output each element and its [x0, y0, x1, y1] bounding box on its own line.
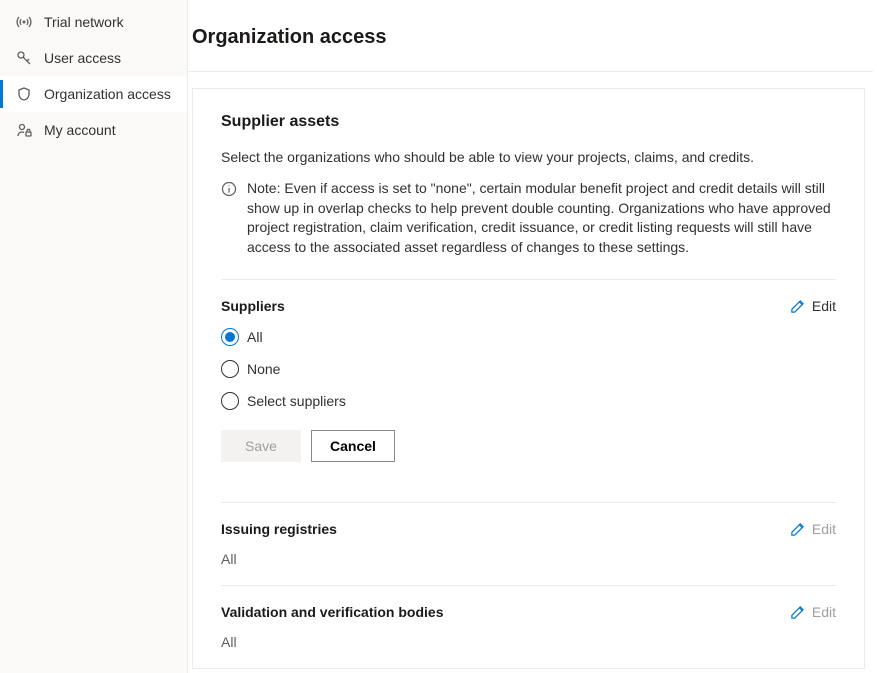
- person-lock-icon: [16, 122, 32, 138]
- radio-option-none[interactable]: None: [221, 360, 836, 378]
- edit-vvb-button[interactable]: Edit: [790, 604, 836, 620]
- section-title-issuing: Issuing registries: [221, 521, 337, 537]
- cancel-button[interactable]: Cancel: [311, 430, 395, 462]
- edit-issuing-button[interactable]: Edit: [790, 521, 836, 537]
- shield-icon: [16, 86, 32, 102]
- issuing-value: All: [221, 551, 836, 567]
- card-description: Select the organizations who should be a…: [221, 149, 836, 165]
- sidebar-item-label: Trial network: [44, 14, 124, 30]
- sidebar-item-label: Organization access: [44, 86, 171, 102]
- section-title-vvb: Validation and verification bodies: [221, 604, 444, 620]
- edit-icon: [790, 604, 806, 620]
- page-title: Organization access: [188, 26, 873, 49]
- radio-indicator: [221, 392, 239, 410]
- key-icon: [16, 50, 32, 66]
- edit-label: Edit: [812, 298, 836, 314]
- radio-option-select-suppliers[interactable]: Select suppliers: [221, 392, 836, 410]
- section-title-suppliers: Suppliers: [221, 298, 285, 314]
- page-header: Organization access: [188, 0, 873, 72]
- edit-label: Edit: [812, 521, 836, 537]
- suppliers-radio-group: All None Select suppliers: [221, 328, 836, 410]
- info-icon: [221, 181, 237, 197]
- radio-option-all[interactable]: All: [221, 328, 836, 346]
- section-suppliers: Suppliers Edit All None: [221, 279, 836, 502]
- settings-sidebar: Trial network User access Organization a…: [0, 0, 188, 673]
- edit-icon: [790, 521, 806, 537]
- sidebar-item-label: User access: [44, 50, 121, 66]
- radio-indicator: [221, 328, 239, 346]
- sidebar-item-organization-access[interactable]: Organization access: [0, 76, 187, 112]
- suppliers-actions: Save Cancel: [221, 430, 836, 462]
- radio-indicator: [221, 360, 239, 378]
- broadcast-icon: [16, 14, 32, 30]
- vvb-value: All: [221, 634, 836, 650]
- edit-label: Edit: [812, 604, 836, 620]
- section-issuing-registries: Issuing registries Edit All: [221, 502, 836, 585]
- info-note: Note: Even if access is set to "none", c…: [221, 179, 836, 257]
- edit-icon: [790, 298, 806, 314]
- section-vvb: Validation and verification bodies Edit …: [221, 585, 836, 668]
- radio-label: All: [247, 329, 263, 345]
- sidebar-item-user-access[interactable]: User access: [0, 40, 187, 76]
- save-button: Save: [221, 430, 301, 462]
- note-text: Note: Even if access is set to "none", c…: [247, 179, 836, 257]
- radio-label: None: [247, 361, 280, 377]
- sidebar-item-label: My account: [44, 122, 116, 138]
- edit-suppliers-button[interactable]: Edit: [790, 298, 836, 314]
- radio-label: Select suppliers: [247, 393, 346, 409]
- sidebar-item-my-account[interactable]: My account: [0, 112, 187, 148]
- card-title: Supplier assets: [221, 113, 836, 131]
- supplier-assets-card: Supplier assets Select the organizations…: [192, 88, 865, 669]
- sidebar-item-trial-network[interactable]: Trial network: [0, 4, 187, 40]
- main-content: Organization access Supplier assets Sele…: [188, 0, 877, 673]
